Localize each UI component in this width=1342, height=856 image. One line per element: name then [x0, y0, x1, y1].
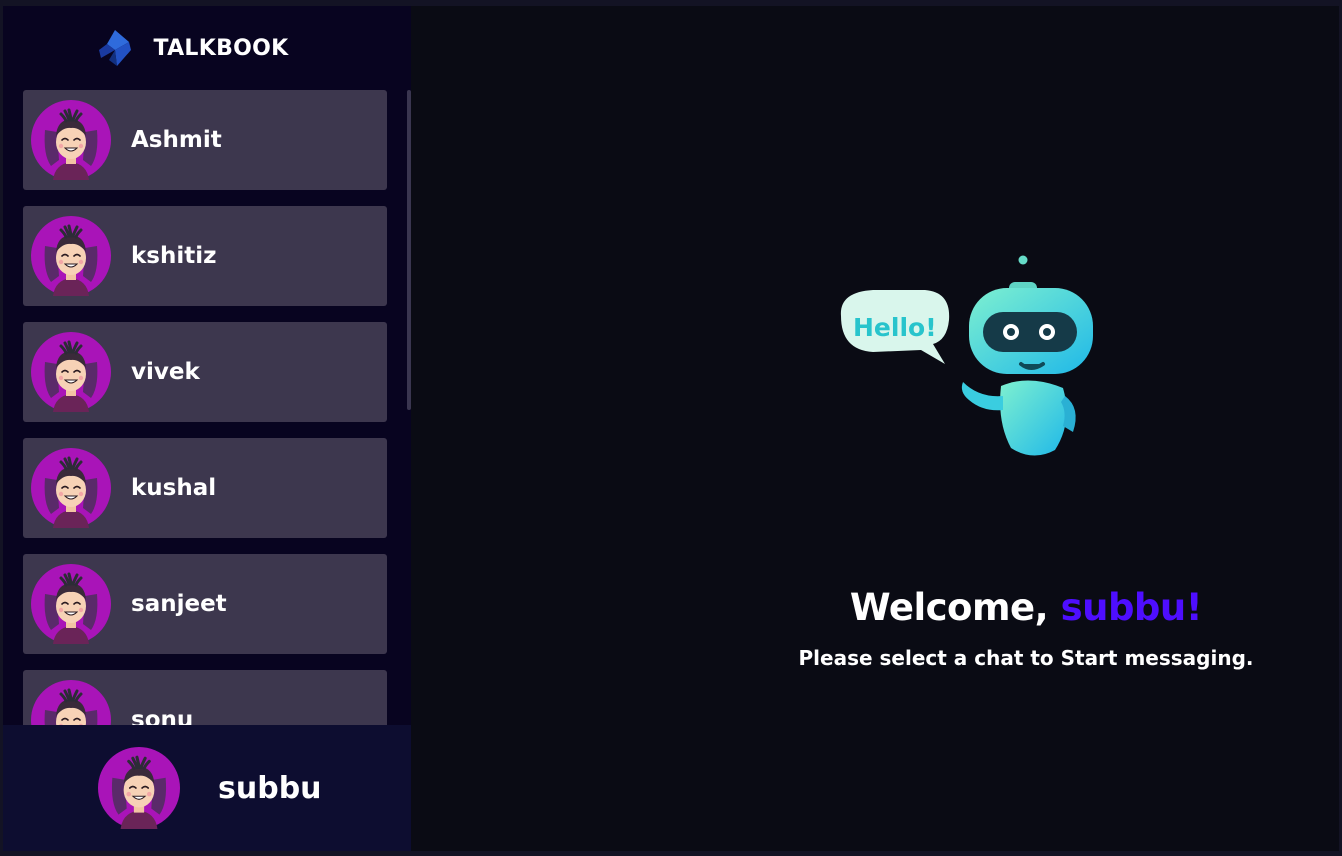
- contact-name: sonu: [131, 707, 194, 725]
- contact-item-vivek[interactable]: vivek: [23, 322, 387, 422]
- avatar: [31, 100, 111, 180]
- contact-name: kshitiz: [131, 243, 217, 269]
- robot-hello-illustration: Hello!: [840, 255, 1093, 456]
- contact-item-sanjeet[interactable]: sanjeet: [23, 554, 387, 654]
- avatar: [31, 680, 111, 725]
- current-user-panel: subbu: [3, 725, 411, 851]
- contact-list[interactable]: Ashmit kshitiz vivek kushal sanjeet sonu: [3, 90, 411, 725]
- welcome-heading: Welcome, subbu!: [411, 586, 1342, 629]
- avatar: [31, 332, 111, 412]
- current-user-name: subbu: [218, 770, 322, 806]
- welcome-subtitle: Please select a chat to Start messaging.: [798, 646, 1254, 670]
- contact-item-ashmit[interactable]: Ashmit: [23, 90, 387, 190]
- contact-item-kushal[interactable]: kushal: [23, 438, 387, 538]
- contact-item-sonu[interactable]: sonu: [23, 670, 387, 725]
- contact-item-kshitiz[interactable]: kshitiz: [23, 206, 387, 306]
- welcome-prefix: Welcome,: [849, 586, 1061, 629]
- brand-name: TALKBOOK: [153, 35, 289, 61]
- brand: TALKBOOK: [3, 6, 411, 90]
- talkbook-logo-icon: [99, 30, 132, 66]
- contact-name: vivek: [131, 359, 200, 385]
- chat-welcome-pane: Hello! Welcome, subbu! Please select a c…: [411, 6, 1339, 851]
- current-user-avatar: [98, 747, 180, 829]
- app-window: TALKBOOK Ashmit kshitiz vivek kushal san…: [3, 6, 1339, 851]
- contact-name: Ashmit: [131, 127, 222, 153]
- avatar: [31, 448, 111, 528]
- contact-name: sanjeet: [131, 591, 227, 617]
- welcome-username: subbu!: [1060, 586, 1203, 629]
- sidebar: TALKBOOK Ashmit kshitiz vivek kushal san…: [3, 6, 411, 851]
- contact-name: kushal: [131, 475, 217, 501]
- bubble-text: Hello!: [853, 313, 937, 342]
- avatar: [31, 564, 111, 644]
- avatar: [31, 216, 111, 296]
